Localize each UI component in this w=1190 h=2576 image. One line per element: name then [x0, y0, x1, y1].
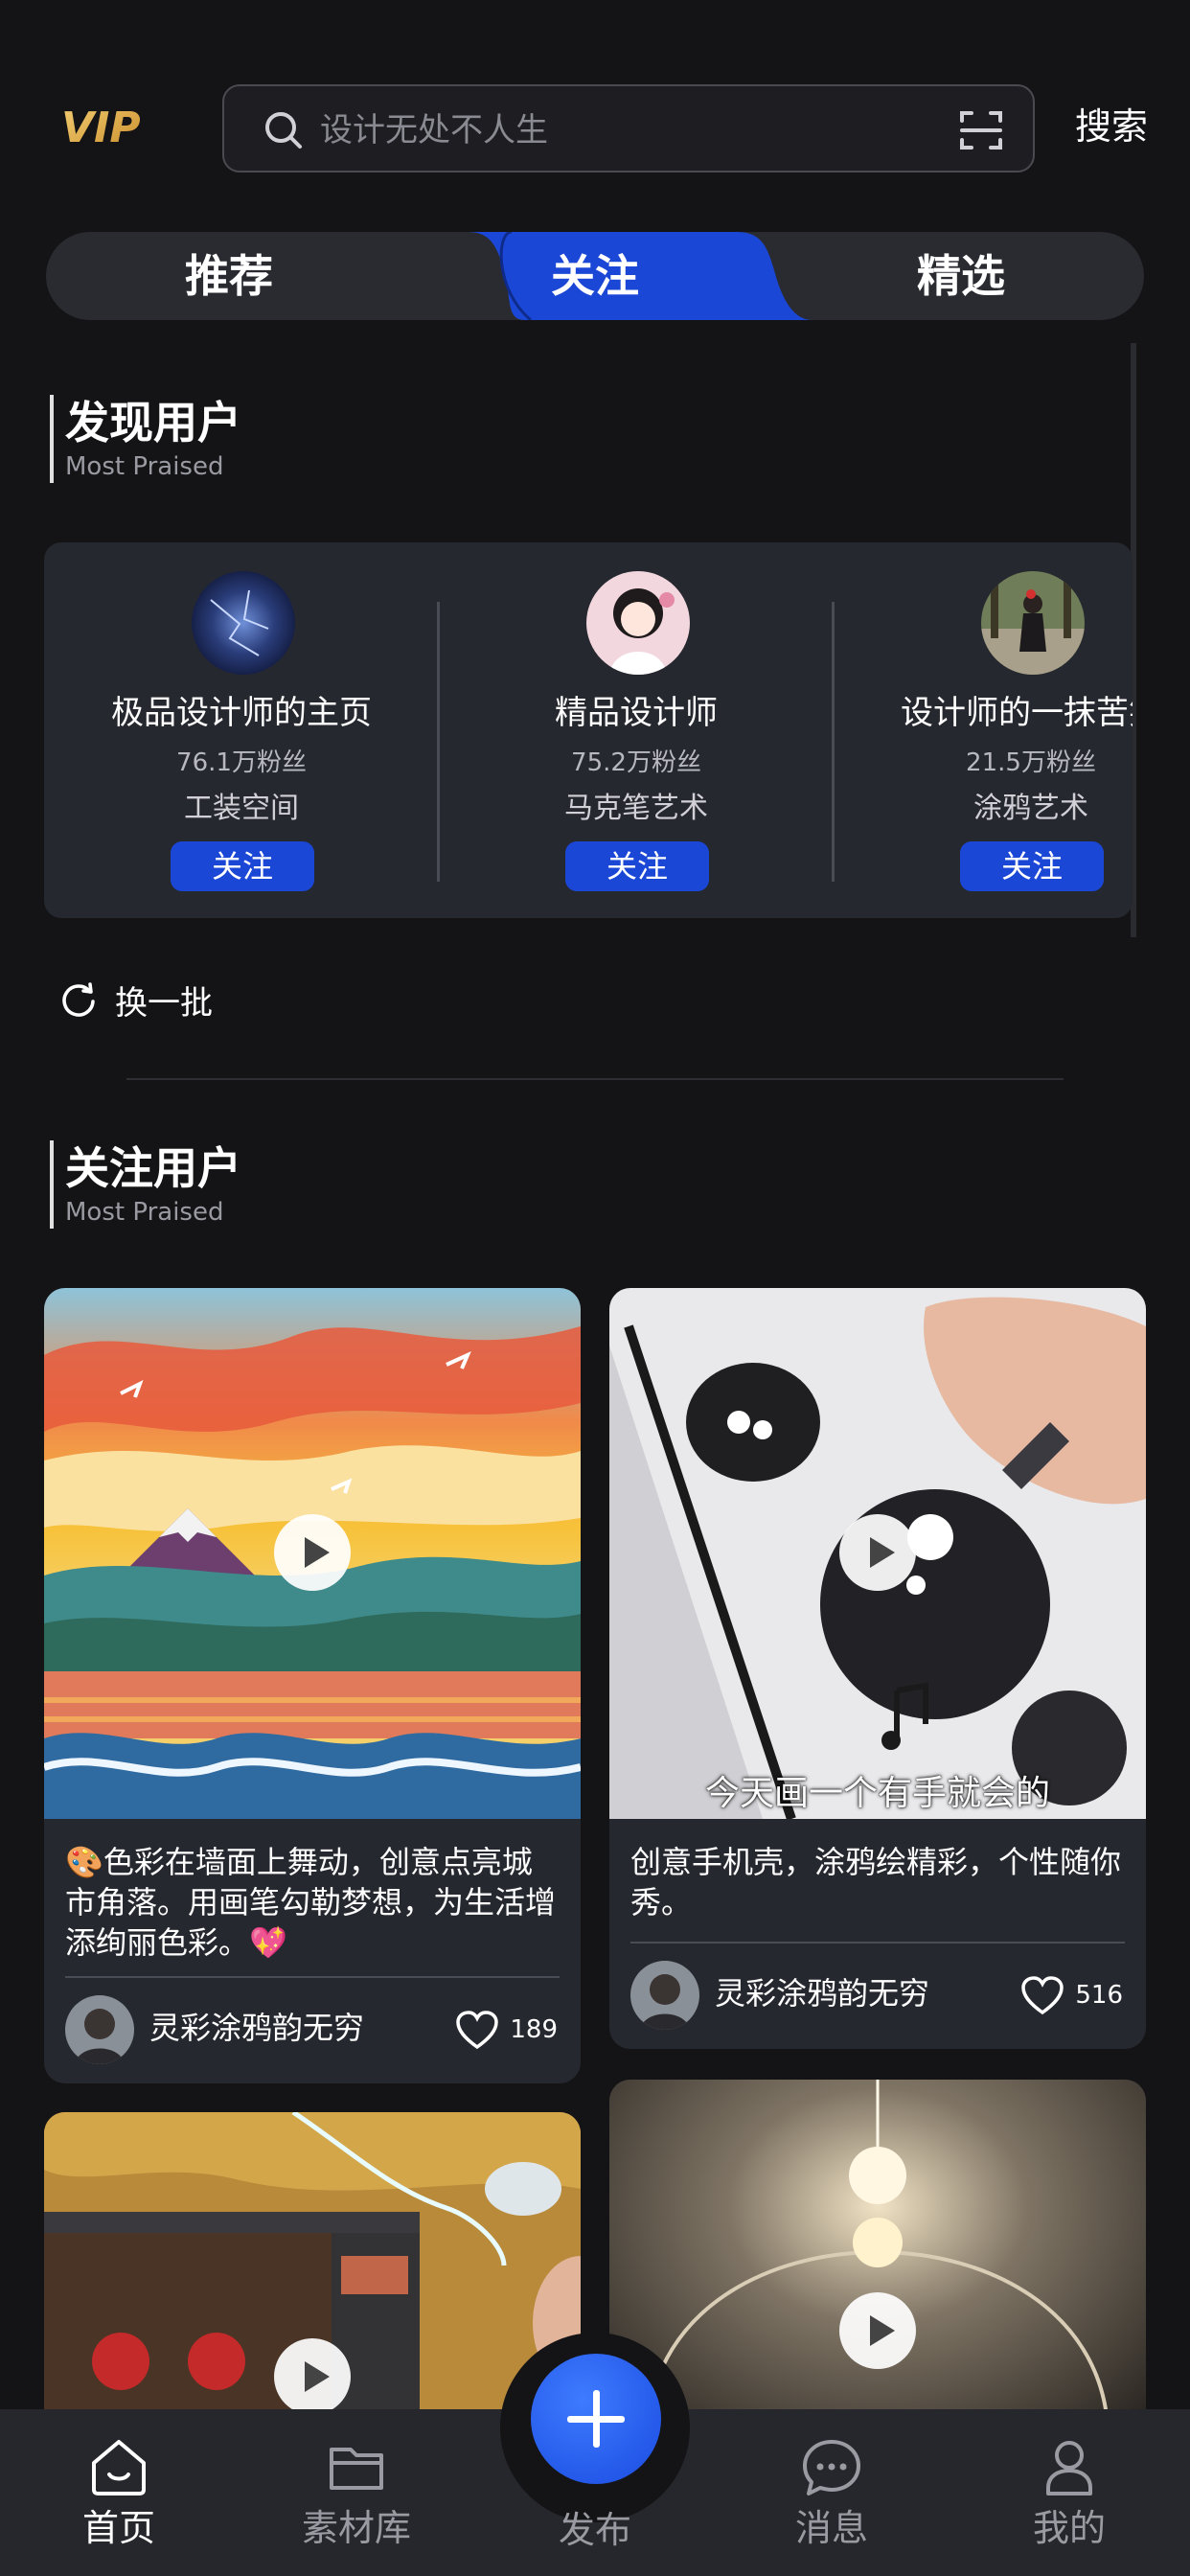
scan-icon[interactable]: [958, 107, 1004, 153]
nav-item-home[interactable]: 首页: [23, 2434, 215, 2553]
vip-logo[interactable]: VIP: [61, 104, 161, 150]
like-button[interactable]: 516: [1019, 1974, 1123, 2016]
refresh-button[interactable]: 换一批: [59, 976, 213, 1024]
chat-icon: [803, 2440, 860, 2496]
like-count: 189: [510, 2015, 558, 2044]
user-name: 精品设计师: [555, 694, 718, 732]
refresh-label: 换一批: [115, 983, 213, 1023]
divider: [126, 1078, 1064, 1080]
folder-icon: [330, 2448, 383, 2490]
author-name[interactable]: 灵彩涂鸦韵无穷: [149, 2007, 364, 2049]
author-name[interactable]: 灵彩涂鸦韵无穷: [715, 1972, 929, 2014]
nav-label: 消息: [794, 2507, 868, 2549]
nav-label: 素材库: [301, 2507, 411, 2549]
search-icon: [265, 112, 302, 149]
search-placeholder: 设计无处不人生: [320, 111, 548, 150]
play-button[interactable]: [274, 1514, 351, 1591]
heart-icon: [456, 2011, 499, 2050]
discover-users-carousel[interactable]: 极品设计师的主页 76.1万粉丝 工装空间 关注 精品设计师 75.2万粉丝 马…: [44, 542, 1133, 918]
user-fans: 76.1万粉丝: [176, 748, 307, 777]
video-subtitle: 今天画一个有手就会的: [704, 1774, 1050, 1813]
section-title: 发现用户: [65, 397, 241, 448]
nav-item-profile[interactable]: 我的: [973, 2434, 1165, 2553]
user-fans: 21.5万粉丝: [966, 748, 1096, 777]
avatar: [586, 571, 690, 675]
avatar: [192, 571, 295, 675]
divider: [630, 1942, 1125, 1944]
nav-label: 我的: [1032, 2507, 1106, 2549]
tab-featured[interactable]: 精选: [778, 232, 1144, 320]
play-button[interactable]: [274, 2338, 351, 2415]
user-icon: [1046, 2441, 1092, 2496]
nav-label: 首页: [81, 2507, 155, 2549]
user-fans: 75.2万粉丝: [571, 748, 701, 777]
refresh-icon: [62, 982, 95, 1017]
publish-button[interactable]: [531, 2354, 661, 2484]
divider: [65, 1976, 560, 1978]
search-bar[interactable]: 设计无处不人生: [222, 84, 1035, 172]
following-section-header: 关注用户 Most Praised: [50, 1140, 241, 1229]
follow-button[interactable]: 关注: [171, 841, 314, 891]
search-button[interactable]: 搜索: [1075, 100, 1148, 153]
user-card[interactable]: 精品设计师 75.2万粉丝 马克笔艺术 关注: [439, 542, 834, 918]
like-count: 516: [1075, 1981, 1123, 2010]
play-button[interactable]: [839, 1514, 916, 1591]
follow-button[interactable]: 关注: [565, 841, 709, 891]
author-avatar[interactable]: [630, 1961, 699, 2030]
user-tag: 马克笔艺术: [564, 792, 708, 825]
avatar: [981, 571, 1085, 675]
post-description: 创意手机壳，涂鸦绘精彩，个性随你秀。: [630, 1844, 1122, 1920]
nav-item-library[interactable]: 素材库: [261, 2434, 452, 2553]
user-card[interactable]: 极品设计师的主页 76.1万粉丝 工装空间 关注: [44, 542, 439, 918]
nav-item-messages[interactable]: 消息: [736, 2434, 927, 2553]
home-icon: [92, 2440, 146, 2496]
tab-recommend[interactable]: 推荐: [46, 232, 412, 320]
user-card[interactable]: 设计师的一抹苦笑 21.5万粉丝 涂鸦艺术 关注: [834, 542, 1133, 918]
svg-text:VIP: VIP: [61, 104, 141, 150]
post-card[interactable]: 今天画一个有手就会的 创意手机壳，涂鸦绘精彩，个性随你秀。 灵彩涂鸦韵无穷 51…: [609, 1288, 1146, 2049]
heart-icon: [1021, 1976, 1064, 2015]
author-avatar[interactable]: [65, 1995, 134, 2064]
user-tag: 工装空间: [184, 792, 299, 825]
user-name: 极品设计师的主页: [111, 694, 372, 732]
feed-tabs: 推荐 关注 精选: [46, 232, 1144, 320]
post-card[interactable]: 🎨色彩在墙面上舞动，创意点亮城市角落。用画笔勾勒梦想，为生活增添绚丽色彩。💖 灵…: [44, 1288, 581, 2083]
user-tag: 涂鸦艺术: [973, 792, 1088, 825]
post-description: 🎨色彩在墙面上舞动，创意点亮城市角落。用画笔勾勒梦想，为生活增添绚丽色彩。💖: [65, 1844, 557, 1961]
section-subtitle: Most Praised: [65, 452, 224, 481]
like-button[interactable]: 189: [454, 2009, 558, 2051]
follow-button[interactable]: 关注: [960, 841, 1104, 891]
discover-section-header: 发现用户 Most Praised: [50, 395, 241, 483]
tab-following[interactable]: 关注: [412, 232, 778, 320]
nav-label-publish[interactable]: 发布: [500, 2505, 690, 2555]
play-button[interactable]: [839, 2292, 916, 2369]
section-title: 关注用户: [65, 1142, 241, 1194]
section-subtitle: Most Praised: [65, 1198, 224, 1227]
user-name: 设计师的一抹苦笑: [901, 694, 1133, 732]
